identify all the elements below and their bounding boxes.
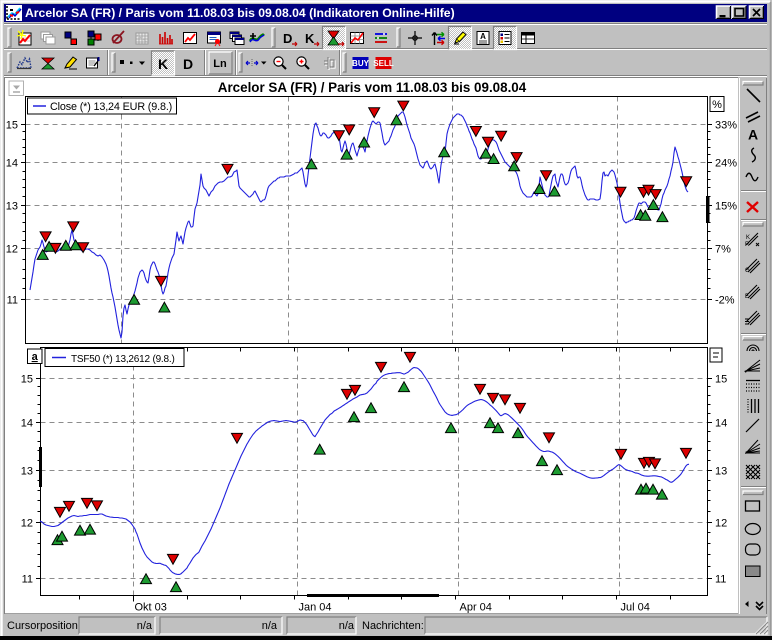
svg-text:33%: 33% (715, 120, 737, 132)
svg-text:7%: 7% (715, 244, 731, 256)
svg-text:Cursorposition:: Cursorposition: (7, 620, 81, 632)
svg-text:TSF50 (*) 13,2612 (9.8.): TSF50 (*) 13,2612 (9.8.) (71, 354, 175, 365)
svg-text:15: 15 (715, 374, 727, 386)
svg-text:-2%: -2% (715, 295, 735, 307)
svg-text:11: 11 (715, 574, 726, 586)
svg-text:13: 13 (21, 466, 33, 478)
svg-text:n/a: n/a (339, 620, 355, 632)
svg-text:12: 12 (715, 518, 727, 530)
svg-text:Jul 04: Jul 04 (621, 602, 650, 614)
svg-text:n/a: n/a (137, 620, 153, 632)
svg-text:11: 11 (7, 295, 18, 307)
svg-text:24%: 24% (715, 158, 737, 170)
svg-text:R: R (745, 242, 750, 248)
svg-text:15: 15 (21, 374, 33, 386)
svg-text:14: 14 (6, 158, 18, 170)
svg-text:D: D (283, 31, 292, 46)
svg-text:Okt 03: Okt 03 (135, 602, 167, 614)
svg-text:K: K (305, 31, 315, 46)
svg-text:A: A (480, 32, 486, 41)
svg-text:G: G (745, 268, 750, 274)
svg-text:15: 15 (6, 120, 18, 132)
svg-text:15%: 15% (715, 201, 737, 213)
svg-text:14: 14 (21, 418, 33, 430)
svg-text:%: % (712, 99, 722, 111)
svg-text:12: 12 (21, 518, 33, 530)
svg-text:D: D (183, 56, 193, 72)
svg-text:Arcelor SA (FR) / Paris vom 11: Arcelor SA (FR) / Paris vom 11.08.03 bis… (25, 6, 455, 20)
svg-text:a: a (32, 351, 39, 363)
svg-text:11: 11 (22, 574, 33, 586)
svg-text:12: 12 (6, 244, 18, 256)
svg-text:K: K (746, 235, 750, 241)
svg-text:Apr 04: Apr 04 (460, 602, 492, 614)
svg-text:SELL: SELL (373, 59, 394, 68)
svg-text:Close (*) 13,24 EUR (9.8.): Close (*) 13,24 EUR (9.8.) (50, 101, 172, 113)
svg-text:13: 13 (6, 201, 18, 213)
svg-text:14: 14 (715, 418, 727, 430)
svg-text:Nachrichten:: Nachrichten: (362, 620, 424, 632)
svg-text:Jan 04: Jan 04 (299, 602, 332, 614)
svg-text:Ln: Ln (213, 58, 227, 70)
svg-text:13: 13 (715, 466, 727, 478)
svg-text:K: K (158, 56, 168, 72)
svg-text:BUY: BUY (352, 59, 370, 68)
svg-text:E: E (745, 294, 749, 300)
svg-text:Arcelor SA (FR) / Paris vom 11: Arcelor SA (FR) / Paris vom 11.08.03 bis… (218, 80, 527, 95)
svg-text:A: A (748, 127, 758, 143)
svg-text:n/a: n/a (262, 620, 278, 632)
